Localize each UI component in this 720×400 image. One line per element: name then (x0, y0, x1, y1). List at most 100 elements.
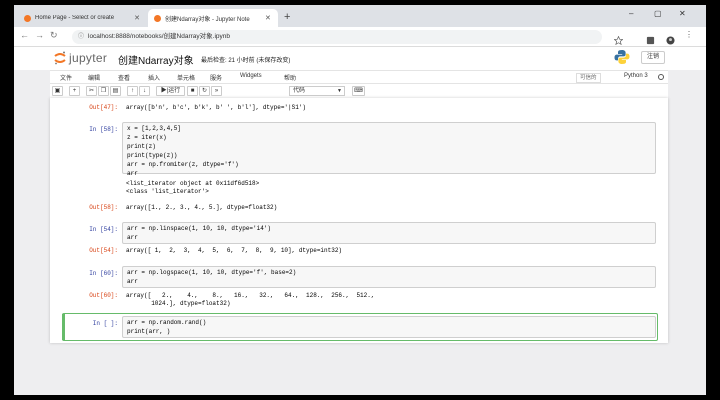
url-input[interactable]: ⓘ localhost:8888/notebooks/创建Ndarray对象.i… (72, 30, 602, 44)
code-line: print(z) (127, 143, 156, 150)
stream-output[interactable]: <list_iterator object at 0x11df6d518> (122, 180, 259, 187)
menu-insert[interactable]: 插入 (148, 73, 160, 82)
restart-button[interactable]: ↻ (199, 86, 210, 96)
code-input[interactable]: arr = np.linspace(1, 10, 10, dtype='i4')… (122, 222, 656, 244)
output-text[interactable]: 1024.], dtype=float32) (122, 300, 230, 307)
insert-cell-button[interactable]: + (69, 86, 80, 96)
code-cell[interactable]: In [60]: arr = np.logspace(1, 10, 10, dt… (64, 264, 656, 310)
arrow-up-icon: ↑ (131, 88, 134, 94)
close-window-icon[interactable]: ✕ (679, 9, 686, 18)
cut-button[interactable]: ✂ (86, 86, 97, 96)
in-prompt: In [58]: (89, 126, 118, 133)
info-icon: ⓘ (78, 34, 85, 40)
python-logo-icon (614, 49, 630, 70)
code-input[interactable]: arr = np.logspace(1, 10, 10, dtype='f', … (122, 266, 656, 288)
paste-button[interactable]: ▤ (110, 86, 121, 96)
code-line: arr = np.random.rand() (127, 319, 207, 326)
output-text[interactable]: array([1., 2., 3., 4., 5.], dtype=float3… (122, 204, 277, 211)
code-line: arr = np.linspace(1, 10, 10, dtype='i4') (127, 225, 272, 232)
code-cell[interactable]: In [58]: x = [1,2,3,4,5] z = iter(x) pri… (64, 120, 656, 222)
tab-strip: Home Page - Select or create ✕ 创建Ndarray… (14, 5, 706, 27)
menu-help[interactable]: 帮助 (284, 73, 296, 82)
new-tab-icon[interactable]: + (284, 11, 290, 23)
trusted-badge[interactable]: 可信的 (576, 73, 601, 83)
maximize-icon[interactable]: ▢ (654, 9, 662, 18)
notebook-toolbar: ▣ + ✂ ❐ ▤ ↑ ↓ ▶|运行 ■ ↻ » 代码 ▼ ⌨ (50, 84, 668, 98)
close-tab-icon[interactable]: ✕ (134, 14, 140, 22)
jupyter-favicon-icon (154, 14, 161, 22)
in-prompt: In [ ]: (92, 320, 118, 327)
fast-forward-icon: » (214, 88, 219, 94)
restart-run-all-button[interactable]: » (211, 86, 222, 96)
code-line: arr = np.logspace(1, 10, 10, dtype='f', … (127, 269, 297, 276)
kernel-status-icon (658, 74, 664, 80)
in-prompt: In [60]: (89, 270, 118, 277)
output-text[interactable]: array([b'n', b'c', b'k', b' ', b'l'], dt… (122, 104, 306, 111)
forward-icon[interactable]: → (35, 30, 44, 40)
code-input[interactable]: arr = np.random.rand() print(arr, ) (122, 316, 656, 338)
copy-icon: ❐ (100, 88, 107, 94)
output-text[interactable]: array([ 2., 4., 8., 16., 32., 64., 128.,… (122, 292, 374, 299)
menu-widgets[interactable]: Widgets (240, 73, 262, 79)
jupyter-favicon-icon (24, 14, 31, 22)
notebook-title[interactable]: 创建Ndarray对象 (118, 52, 194, 67)
command-palette-button[interactable]: ⌨ (352, 86, 365, 96)
code-line: arr (127, 234, 138, 241)
cell-selection-bar (62, 314, 65, 340)
minimize-icon[interactable]: – (629, 9, 633, 18)
scissors-icon: ✂ (88, 88, 95, 94)
save-button[interactable]: ▣ (52, 86, 63, 96)
menu-view[interactable]: 查看 (118, 73, 130, 82)
copy-button[interactable]: ❐ (98, 86, 109, 96)
output-cell: Out[47]: array([b'n', b'c', b'k', b' ', … (64, 102, 656, 112)
more-options-icon[interactable]: ⋮ (685, 30, 694, 39)
jupyter-logo-icon (54, 51, 66, 65)
output-text[interactable]: array([ 1, 2, 3, 4, 5, 6, 7, 8, 9, 10], … (122, 247, 342, 254)
move-up-button[interactable]: ↑ (127, 86, 138, 96)
menu-edit[interactable]: 编辑 (88, 73, 100, 82)
arrow-down-icon: ↓ (143, 88, 146, 94)
code-input[interactable]: x = [1,2,3,4,5] z = iter(x) print(z) pri… (122, 122, 656, 177)
in-prompt: In [54]: (89, 226, 118, 233)
menu-kernel[interactable]: 服务 (210, 73, 222, 82)
jupyter-header: jupyter 创建Ndarray对象 最后检查: 21 小时前 (未保存改变)… (14, 47, 706, 70)
back-icon[interactable]: ← (20, 30, 29, 40)
logout-button[interactable]: 注销 (641, 51, 665, 64)
move-down-button[interactable]: ↓ (139, 86, 150, 96)
menu-file[interactable]: 文件 (60, 73, 72, 82)
address-bar: ← → ↻ ⓘ localhost:8888/notebooks/创建Ndarr… (14, 27, 706, 47)
reload-icon[interactable]: ↻ (50, 30, 58, 41)
kernel-name: Python 3 (624, 73, 648, 79)
restart-icon: ↻ (201, 88, 208, 94)
browser-tab-home[interactable]: Home Page - Select or create ✕ (18, 9, 146, 27)
stop-icon: ■ (190, 88, 195, 94)
notebook-container: Out[47]: array([b'n', b'c', b'k', b' ', … (50, 98, 668, 343)
code-line: arr (127, 278, 138, 285)
code-cell[interactable]: In [54]: arr = np.linspace(1, 10, 10, dt… (64, 220, 656, 254)
cell-type-select[interactable]: 代码 ▼ (289, 86, 345, 96)
interrupt-button[interactable]: ■ (187, 86, 198, 96)
run-button[interactable]: ▶|运行 (156, 86, 185, 96)
extension-icon[interactable] (646, 32, 655, 45)
close-tab-icon[interactable]: ✕ (265, 14, 271, 22)
code-line: arr (127, 170, 138, 177)
profile-avatar[interactable] (666, 32, 675, 45)
checkpoint-status: 最后检查: 21 小时前 (未保存改变) (201, 58, 291, 64)
jupyter-logo[interactable]: jupyter (54, 51, 107, 65)
menu-cell[interactable]: 单元格 (177, 73, 195, 82)
code-line: x = [1,2,3,4,5] (127, 125, 182, 132)
stream-output[interactable]: <class 'list_iterator'> (122, 188, 209, 195)
code-cell-selected[interactable]: In [ ]: arr = np.random.rand() print(arr… (62, 314, 656, 340)
out-prompt: Out[47]: (89, 104, 118, 111)
code-line: arr = np.fromiter(z, dtype='f') (127, 161, 239, 168)
out-prompt: Out[54]: (89, 247, 118, 254)
code-line: print(arr, ) (127, 328, 171, 335)
save-icon: ▣ (54, 88, 61, 94)
paste-icon: ▤ (112, 88, 119, 94)
star-icon[interactable] (613, 32, 624, 46)
browser-tab-notebook[interactable]: 创建Ndarray对象 - Jupyter Note ✕ (148, 9, 278, 27)
out-prompt: Out[58]: (89, 204, 118, 211)
code-line: z = iter(x) (127, 134, 167, 141)
chevron-down-icon: ▼ (337, 88, 342, 94)
keyboard-icon: ⌨ (354, 88, 363, 94)
